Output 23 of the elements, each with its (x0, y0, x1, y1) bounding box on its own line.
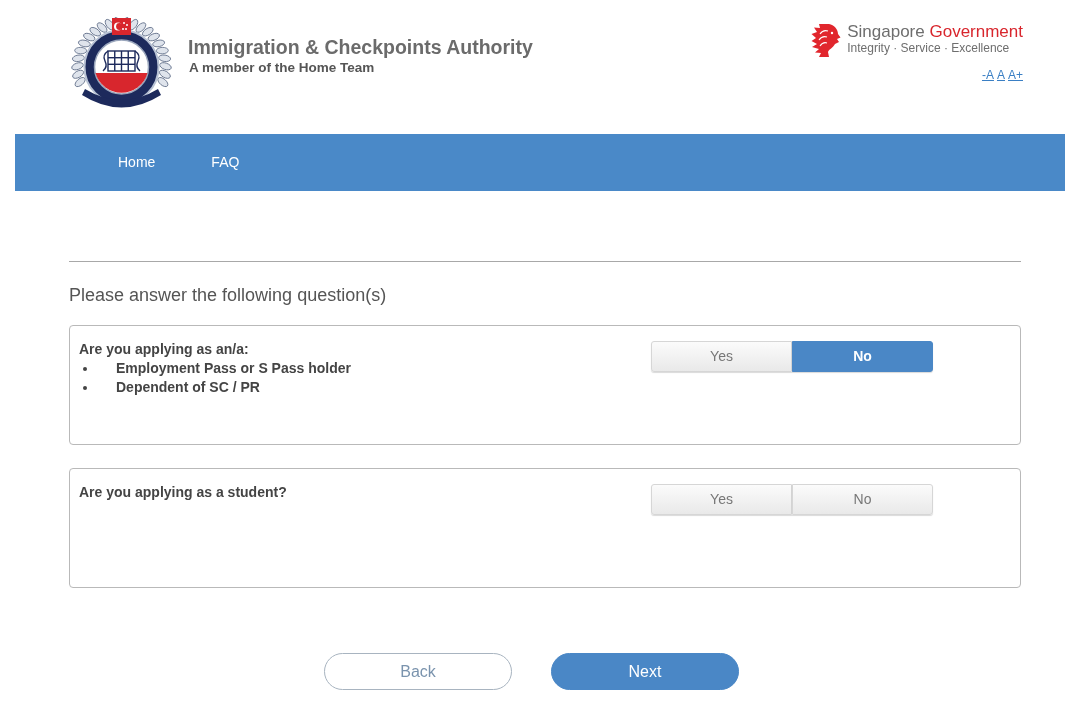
nav-link[interactable]: Home (118, 152, 156, 173)
question-text: Are you applying as an/a: (79, 340, 249, 359)
government-name: Singapore Government (847, 23, 1023, 41)
answer-option-button[interactable]: No (792, 341, 933, 372)
answer-option-button[interactable]: No (792, 484, 933, 515)
bullet-text: Employment Pass or S Pass holder (116, 359, 351, 378)
lion-head-logo (811, 23, 842, 58)
answer-option-button[interactable]: Yes (651, 484, 792, 515)
next-button[interactable]: Next (551, 653, 739, 690)
answer-option-button[interactable]: Yes (651, 341, 792, 372)
bullet-icon (83, 385, 87, 390)
government-motto: Integrity · Service · Excellence (847, 41, 1011, 56)
bullet-icon (83, 366, 87, 371)
back-button[interactable]: Back (324, 653, 512, 690)
question-text: Are you applying as a student? (79, 483, 287, 502)
font-size-link[interactable]: A (996, 68, 1005, 83)
nav-link[interactable]: FAQ (211, 152, 240, 173)
agency-tagline: A member of the Home Team (189, 59, 376, 77)
agency-name: Immigration & Checkpoints Authority (188, 36, 533, 59)
bullet-text: Dependent of SC / PR (116, 378, 260, 397)
form-heading: Please answer the following question(s) (69, 284, 387, 306)
font-size-link[interactable]: A+ (1008, 68, 1023, 83)
font-size-link[interactable]: -A (981, 68, 994, 83)
